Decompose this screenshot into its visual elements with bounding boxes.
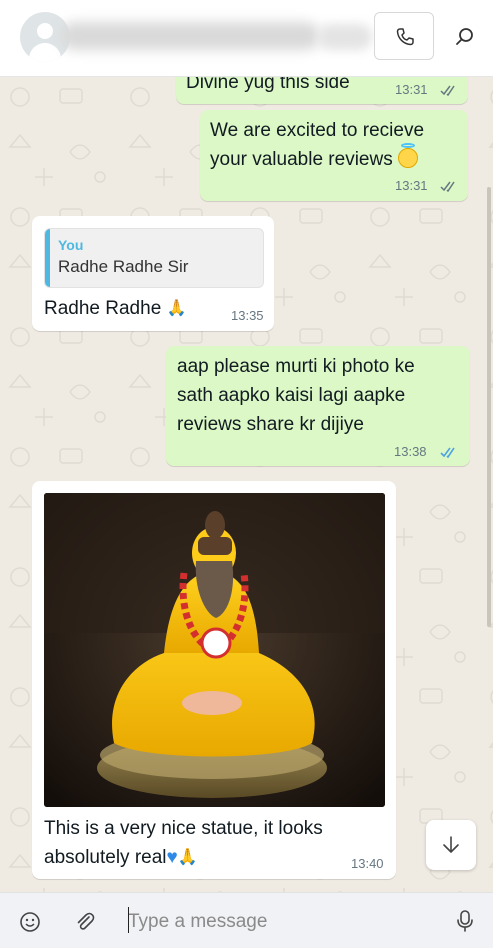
message-time: 13:31: [395, 178, 428, 193]
phone-icon: [396, 28, 414, 46]
message-outgoing[interactable]: aap please murti ki photo ke sath aapko …: [166, 346, 470, 466]
arrow-down-icon: [443, 836, 459, 853]
statue-photo[interactable]: [44, 493, 385, 807]
message-outgoing[interactable]: We are excited to recieve your valuable …: [200, 110, 468, 201]
message-composer: [0, 892, 493, 948]
microphone-icon[interactable]: [456, 909, 474, 933]
double-tick-icon: [440, 85, 455, 96]
contact-name-overlay[interactable]: [60, 22, 320, 50]
message-text: Radhe Radhe 🙏: [44, 294, 186, 323]
message-time: 13:35: [231, 308, 264, 323]
paperclip-icon[interactable]: [74, 911, 96, 933]
contact-info-overlay: [318, 24, 372, 50]
folded-hands-emoji: 🙏: [177, 849, 198, 866]
double-tick-blue-icon: [440, 447, 455, 458]
text-caret: [128, 907, 129, 933]
message-text: aap please murti ki photo ke sath aapko …: [177, 356, 415, 435]
message-time: 13:40: [351, 856, 384, 871]
image-caption-line-2: absolutely real♥🙏: [44, 843, 198, 872]
emoji-icon[interactable]: [19, 911, 41, 933]
message-text: We are excited to recieve your valuable …: [210, 120, 425, 170]
search-icon[interactable]: [454, 26, 476, 48]
voice-call-button-overlay[interactable]: [374, 12, 434, 60]
message-time: 13:31: [395, 82, 428, 97]
message-input[interactable]: [128, 905, 428, 939]
blue-heart-emoji: ♥: [166, 847, 178, 868]
smiling-face-with-halo-emoji: [397, 143, 418, 168]
chat-scrollbar[interactable]: [487, 187, 491, 627]
double-tick-icon: [440, 181, 455, 192]
quoted-text: Radhe Radhe Sir: [58, 257, 189, 276]
scroll-to-bottom-button[interactable]: [426, 820, 476, 870]
message-time: 13:38: [394, 444, 427, 459]
image-caption-line-1: This is a very nice statue, it looks: [44, 818, 323, 839]
quoted-message[interactable]: You Radhe Radhe Sir: [44, 228, 264, 288]
folded-hands-emoji: 🙏: [166, 300, 187, 317]
quoted-author: You: [58, 237, 84, 253]
